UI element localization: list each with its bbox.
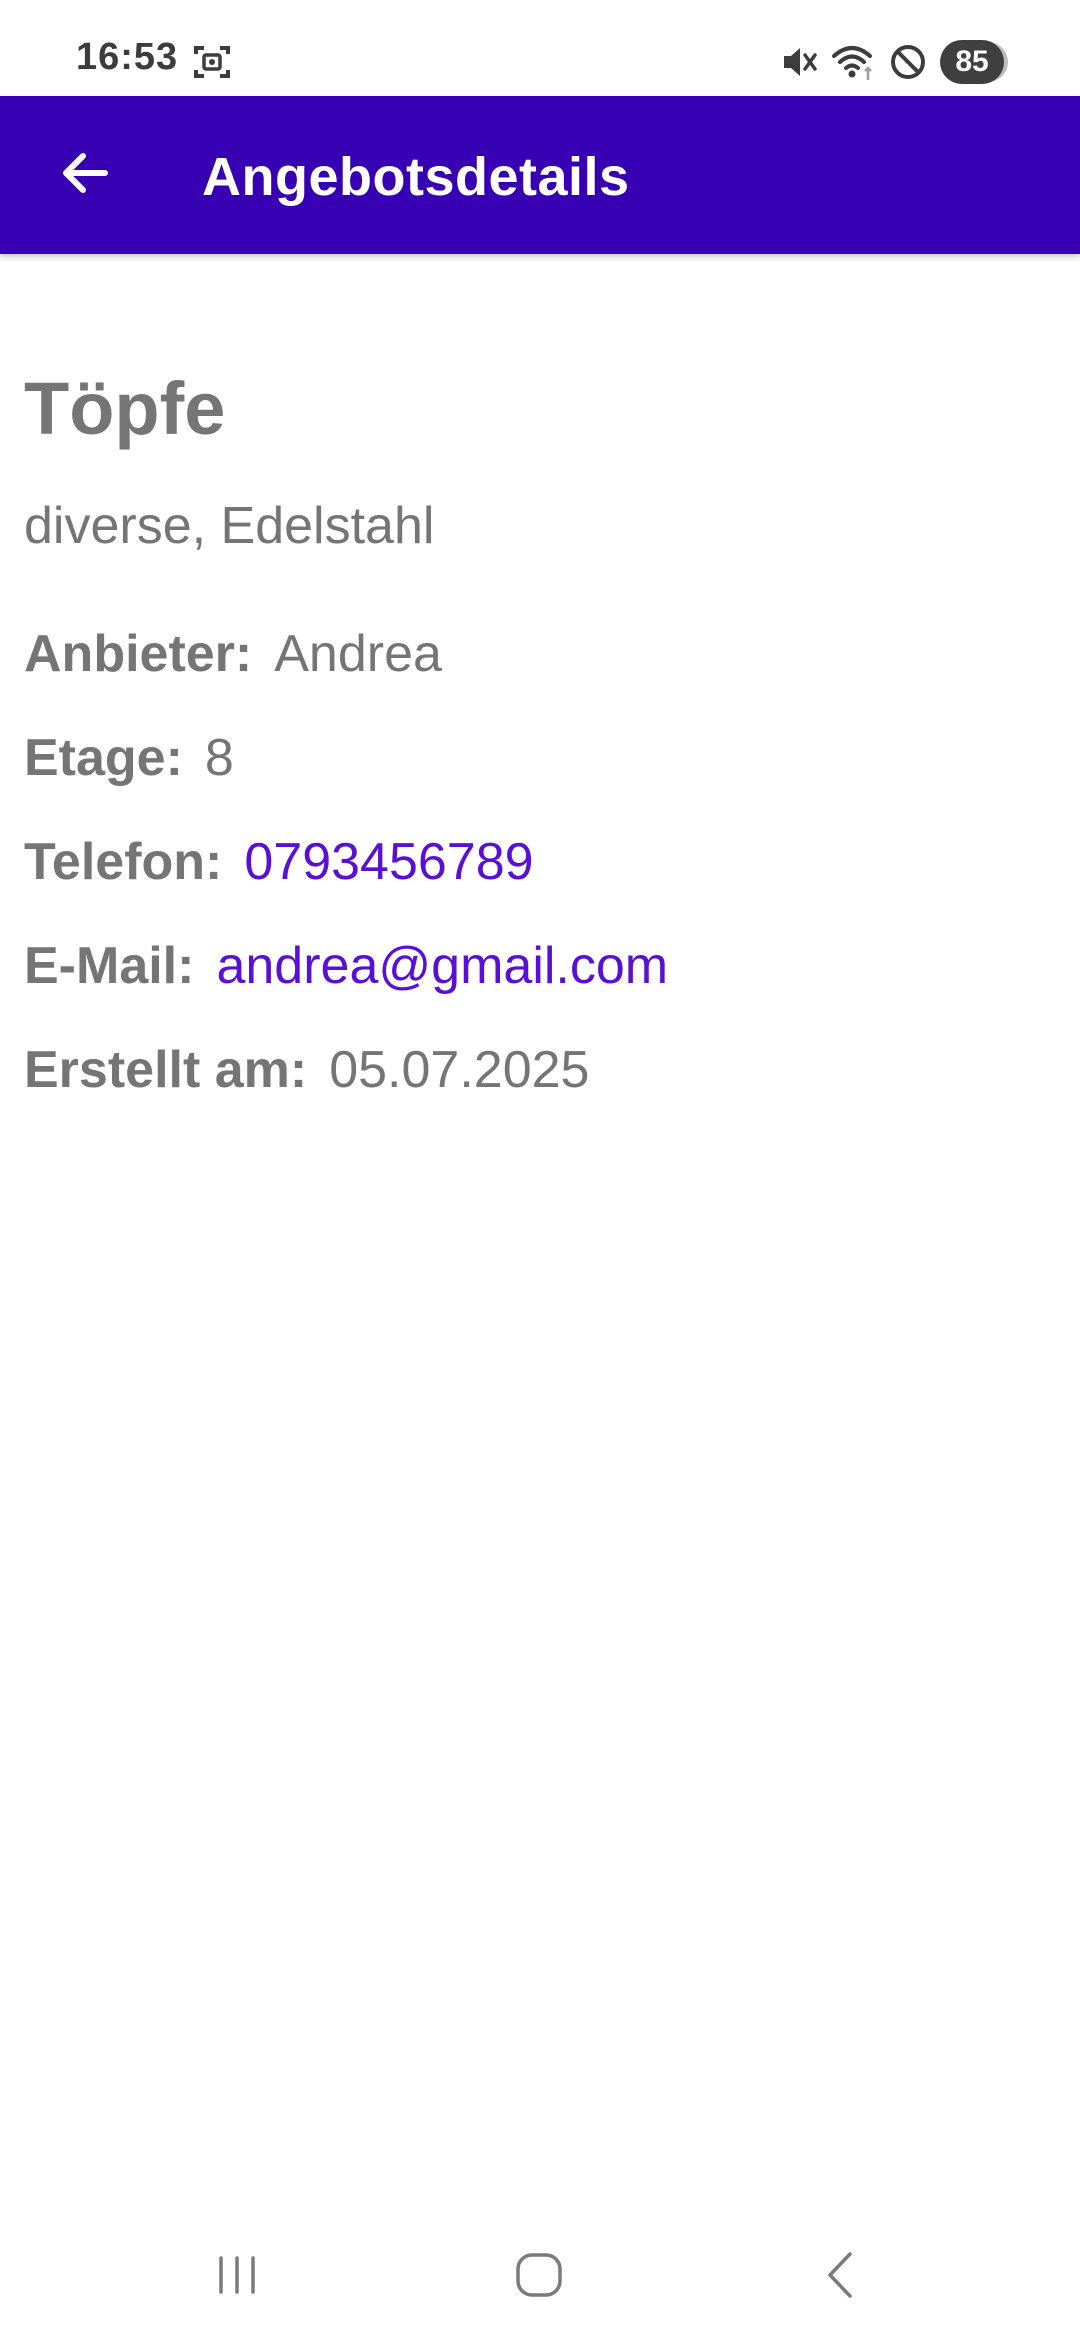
recents-icon (212, 2250, 262, 2305)
anbieter-value: Andrea (274, 625, 442, 683)
home-button[interactable] (494, 2232, 584, 2322)
screenshot-icon (192, 44, 232, 80)
email-label: E-Mail: (24, 937, 195, 995)
nav-back-button[interactable] (796, 2232, 886, 2322)
recents-button[interactable] (192, 2232, 282, 2322)
offer-title: Töpfe (24, 367, 226, 450)
detail-row-anbieter: Anbieter: Andrea (24, 624, 442, 684)
back-icon (816, 2250, 866, 2305)
detail-row-telefon: Telefon: 0793456789 (24, 832, 534, 892)
detail-row-email: E-Mail: andrea@gmail.com (24, 936, 668, 996)
detail-row-erstellt: Erstellt am: 05.07.2025 (24, 1040, 589, 1100)
telefon-link[interactable]: 0793456789 (244, 833, 533, 891)
erstellt-label: Erstellt am: (24, 1041, 308, 1099)
etage-value: 8 (204, 729, 234, 787)
back-button[interactable] (40, 130, 130, 220)
home-icon (514, 2250, 564, 2305)
page-title: Angebotsdetails (202, 147, 630, 207)
wifi-icon (830, 42, 876, 82)
erstellt-value: 05.07.2025 (329, 1041, 590, 1099)
battery-icon: 85 (940, 40, 1004, 84)
navigation-bar (0, 2210, 1080, 2340)
status-icons: 85 (778, 38, 1004, 86)
screen: 16:53 85 Angebotsdetails Töpfe diverse, … (0, 0, 1080, 2340)
status-bar: 16:53 85 (0, 0, 1080, 96)
mute-icon (778, 42, 818, 82)
do-not-disturb-icon (888, 42, 928, 82)
offer-description: diverse, Edelstahl (24, 497, 435, 555)
email-link[interactable]: andrea@gmail.com (216, 937, 668, 995)
anbieter-label: Anbieter: (24, 625, 253, 683)
telefon-label: Telefon: (24, 833, 223, 891)
arrow-back-icon (59, 147, 111, 204)
app-bar: Angebotsdetails (0, 96, 1080, 254)
etage-label: Etage: (24, 729, 183, 787)
status-time: 16:53 (76, 36, 179, 78)
detail-row-etage: Etage: 8 (24, 728, 234, 788)
